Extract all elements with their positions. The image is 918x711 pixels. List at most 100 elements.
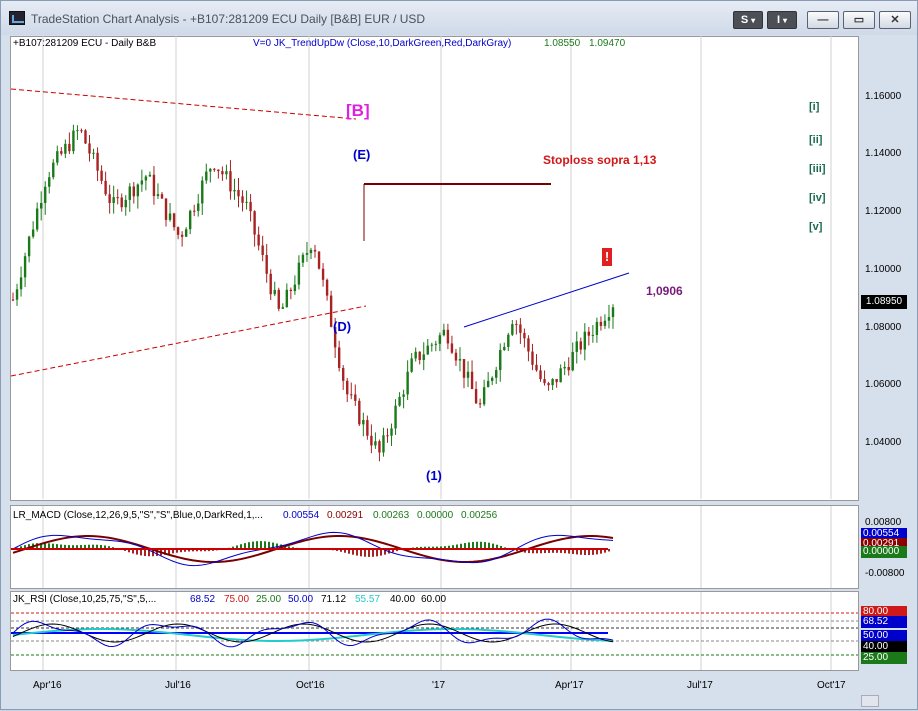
- candle-body: [519, 324, 522, 333]
- candle-body: [76, 130, 79, 132]
- candle-body: [462, 359, 466, 378]
- candle-body: [217, 169, 220, 172]
- rsi-value: 25.00: [256, 594, 282, 605]
- candle-body: [406, 371, 409, 395]
- rsi-value: 50.00: [288, 594, 314, 605]
- candle-body: [112, 197, 115, 203]
- candle-body: [168, 213, 172, 220]
- upper-trendline: [10, 88, 357, 120]
- candle-body: [136, 184, 140, 197]
- macd-box: 0.00000: [861, 546, 907, 558]
- candle-body: [337, 347, 341, 368]
- candle-body: [205, 171, 208, 181]
- candle-body: [293, 284, 297, 292]
- x-tick: Jul'17: [687, 680, 713, 691]
- candle-body: [317, 251, 321, 269]
- target-label: 1,0906: [646, 284, 683, 298]
- candle-body: [595, 321, 599, 335]
- candle-body: [23, 256, 27, 278]
- candle-body: [229, 171, 232, 192]
- candle-body: [503, 346, 506, 350]
- candle-body: [591, 334, 595, 336]
- candle-body: [446, 329, 450, 344]
- candle-body: [486, 380, 490, 388]
- candle-body: [394, 405, 397, 429]
- rsi-average-line: [12, 627, 614, 643]
- candle-body: [116, 197, 119, 199]
- candle-body: [583, 331, 587, 350]
- candle-body: [31, 229, 35, 237]
- candle-body: [233, 189, 236, 192]
- x-tick: Oct'16: [296, 680, 325, 691]
- candle-body: [225, 171, 228, 175]
- candle-body: [72, 130, 75, 152]
- x-tick: Jul'16: [165, 680, 191, 691]
- candle-body: [285, 289, 289, 308]
- candle-body: [15, 289, 19, 300]
- candle-body: [96, 152, 99, 171]
- candle-body: [305, 253, 309, 255]
- rsi-value: 68.52: [190, 594, 216, 605]
- candle-body: [490, 377, 494, 381]
- rsi-value: 60.00: [421, 594, 447, 605]
- candle-body: [52, 162, 55, 178]
- macd-value: 0.00263: [373, 510, 410, 521]
- candle-body: [249, 201, 252, 212]
- symbol-label: +B107:281209 ECU - Daily B&B: [13, 38, 157, 49]
- candle-body: [478, 403, 482, 405]
- candle-body: [607, 317, 611, 321]
- rsi-box: 68.52: [861, 616, 907, 628]
- wave-1-label: (1): [426, 468, 442, 483]
- candle-body: [547, 383, 550, 386]
- candle-body: [11, 299, 15, 301]
- candle-body: [120, 197, 123, 208]
- candle-body: [237, 189, 240, 197]
- candle-body: [132, 186, 136, 197]
- macd-value: 0.00256: [461, 510, 498, 521]
- rsi-value: 55.57: [355, 594, 381, 605]
- indicator-value-1: 1.08550: [544, 38, 581, 49]
- horizontal-scrollbar[interactable]: [861, 695, 879, 707]
- alert-marker[interactable]: !: [602, 248, 612, 266]
- candle-body: [160, 194, 164, 199]
- candle-body: [152, 174, 156, 197]
- wave-B-label: [B]: [346, 101, 370, 120]
- candle-body: [374, 441, 377, 446]
- candle-body: [458, 359, 462, 361]
- candle-body: [265, 254, 268, 274]
- candle-body: [35, 208, 39, 230]
- candle-body: [390, 428, 393, 436]
- macd-axis-tick: 0.00800: [865, 517, 902, 528]
- candle-body: [535, 364, 538, 371]
- candle-body: [342, 367, 345, 381]
- y-tick: 1.14000: [865, 148, 902, 159]
- rsi-value: 40.00: [390, 594, 416, 605]
- candle-body: [193, 210, 196, 212]
- candle-body: [84, 130, 87, 144]
- candle-body: [64, 143, 67, 154]
- candle-body: [92, 152, 95, 154]
- x-tick: Oct'17: [817, 680, 846, 691]
- candle-body: [124, 199, 127, 208]
- x-tick: '17: [432, 680, 446, 691]
- candle-body: [354, 394, 357, 401]
- candle-body: [164, 198, 168, 220]
- candle-body: [108, 194, 111, 203]
- candle-body: [575, 341, 578, 352]
- candle-body: [362, 419, 365, 425]
- y-tick: 1.12000: [865, 206, 902, 217]
- candle-body: [301, 254, 305, 263]
- macd-value: 0.00000: [417, 510, 454, 521]
- candle-body: [539, 370, 542, 380]
- candle-body: [100, 170, 103, 181]
- candle-body: [527, 338, 530, 352]
- candle-body: [559, 368, 562, 383]
- candle-body: [321, 268, 325, 280]
- candle-body: [350, 394, 353, 396]
- candle-body: [426, 345, 429, 355]
- candle-body: [511, 324, 514, 335]
- candle-body: [209, 168, 212, 172]
- candle-body: [27, 236, 31, 257]
- candle-body: [213, 168, 216, 170]
- channel-line: [463, 272, 630, 328]
